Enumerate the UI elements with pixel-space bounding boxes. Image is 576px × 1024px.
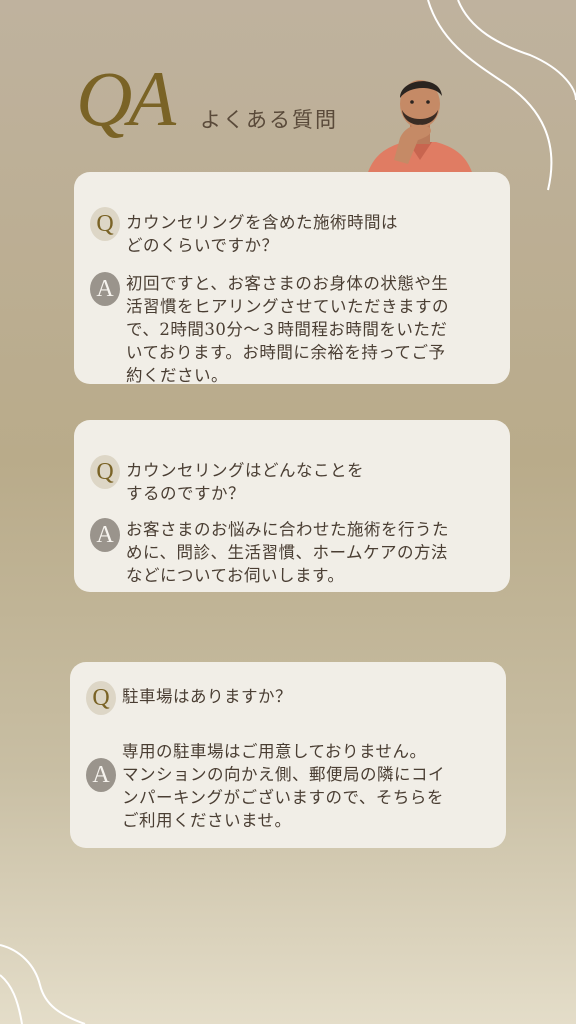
faq-question-2: Q カウンセリングはどんなことを するのですか？ — [90, 455, 500, 505]
answer-text: お客さまのお悩みに合わせた施術を行うた めに、問診、生活習慣、ホームケアの方法 … — [126, 520, 449, 585]
question-badge: Q — [86, 681, 116, 715]
answer-badge: A — [90, 272, 120, 306]
question-text: カウンセリングを含めた施術時間は どのくらいですか？ — [126, 213, 398, 255]
answer-text: 専用の駐車場はご用意しておりません。 マンションの向かえ側、郵便局の隣にコイ ン… — [122, 742, 445, 830]
question-text: 駐車場はありますか？ — [122, 687, 292, 706]
faq-question-1: Q カウンセリングを含めた施術時間は どのくらいですか？ — [90, 207, 500, 257]
answer-text: 初回ですと、お客さまのお身体の状態や生 活習慣をヒアリングさせていただきますの … — [126, 274, 449, 385]
faq-answer-2: A お客さまのお悩みに合わせた施術を行うた めに、問診、生活習慣、ホームケアの方… — [90, 518, 500, 587]
faq-answer-3: A 専用の駐車場はご用意しておりません。 マンションの向かえ側、郵便局の隣にコイ… — [86, 740, 500, 832]
page-subtitle: よくある質問 — [200, 108, 338, 132]
answer-badge: A — [90, 518, 120, 552]
question-badge: Q — [90, 455, 120, 489]
page-title-qa: QA — [76, 55, 176, 142]
question-badge: Q — [90, 207, 120, 241]
question-text: カウンセリングはどんなことを するのですか？ — [126, 461, 364, 503]
faq-answer-1: A 初回ですと、お客さまのお身体の状態や生 活習慣をヒアリングさせていただきます… — [90, 272, 500, 387]
faq-question-3: Q 駐車場はありますか？ — [86, 681, 496, 715]
answer-badge: A — [86, 758, 116, 792]
